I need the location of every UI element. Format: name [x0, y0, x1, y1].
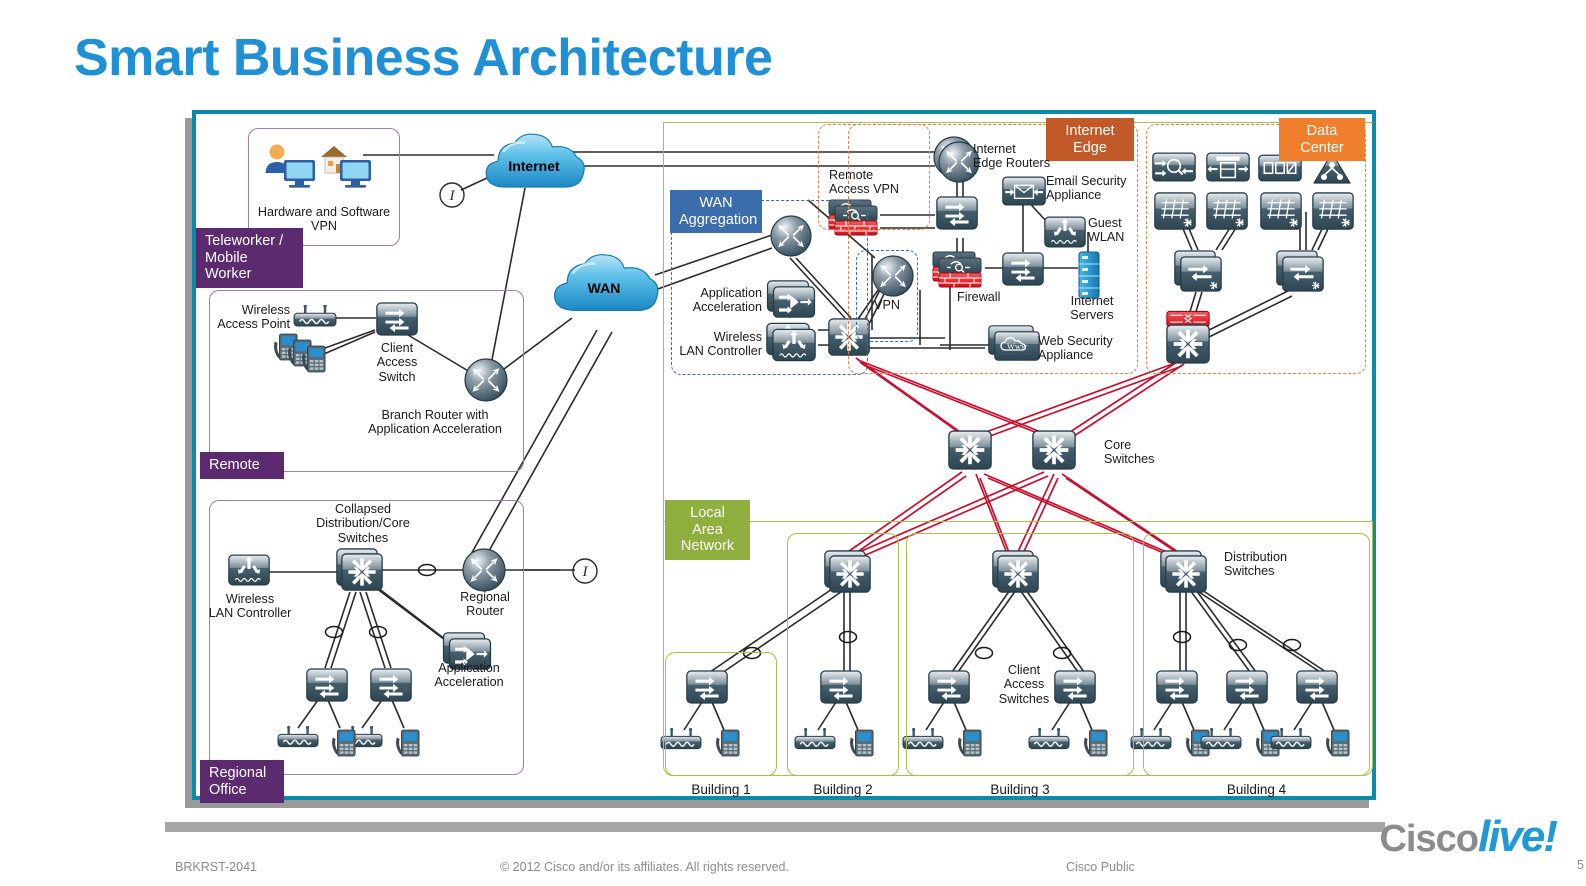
footer-page-number: 5 — [1577, 858, 1584, 872]
live-wordmark: live! — [1477, 812, 1558, 861]
label-collapsed-distribution-core: Collapsed Distribution/Core Switches — [316, 502, 410, 545]
footer-session-id: BRKRST-2041 — [175, 860, 257, 874]
zone-label-regional: Regional Office — [200, 760, 284, 803]
label-guest-wlan: Guest WLAN — [1088, 216, 1125, 245]
footer-copyright: © 2012 Cisco and/or its affiliates. All … — [500, 860, 789, 874]
label-wlc-regional: Wireless LAN Controller — [208, 592, 292, 621]
zone-label-wan-aggregation: WAN Aggregation — [670, 190, 762, 233]
label-client-access-switch-remote: Client Access Switch — [376, 341, 418, 384]
label-hardware-software-vpn: Hardware and Software VPN — [257, 205, 391, 234]
zone-label-lan: Local Area Network — [665, 500, 750, 560]
label-firewall: Firewall — [957, 290, 1001, 304]
label-building-4: Building 4 — [1226, 782, 1287, 797]
label-building-1: Building 1 — [691, 782, 751, 797]
label-client-access-switches: Client Access Switches — [998, 663, 1050, 706]
label-branch-router: Branch Router with Application Accelerat… — [368, 408, 502, 437]
label-building-2: Building 2 — [813, 782, 873, 797]
label-wlc-wan: Wireless LAN Controller — [679, 330, 762, 359]
label-remote-access-vpn: Remote Access VPN — [829, 168, 899, 197]
label-email-security-appliance: Email Security Appliance — [1046, 174, 1127, 203]
label-web-security-appliance: Web Security Appliance — [1038, 334, 1113, 363]
zone-label-data-center: Data Center — [1279, 118, 1365, 161]
zone-label-remote: Remote — [200, 452, 284, 479]
svg-text:I: I — [582, 564, 589, 580]
label-building-3: Building 3 — [990, 782, 1050, 797]
zone-building-1 — [665, 652, 777, 776]
zone-lan-boundary — [663, 122, 1373, 522]
footer-classification: Cisco Public — [1066, 860, 1135, 874]
slide-canvas: Smart Business Architecture I I Telework… — [0, 0, 1586, 886]
zone-building-3 — [906, 533, 1134, 776]
zone-building-2 — [787, 533, 899, 776]
footer-divider — [165, 822, 1385, 832]
cisco-live-logo: Ciscolive! — [1379, 812, 1558, 862]
label-regional-router: Regional Router — [460, 590, 510, 619]
zone-label-teleworker: Teleworker / Mobile Worker — [196, 228, 303, 288]
label-core-switches: Core Switches — [1104, 438, 1155, 467]
cisco-wordmark: Cisco — [1379, 818, 1478, 860]
label-internet-servers: Internet Servers — [1070, 294, 1114, 323]
cloud-label-internet: Internet — [508, 158, 560, 174]
label-app-acceleration-regional: Application Acceleration — [434, 661, 504, 690]
label-distribution-switches: Distribution Switches — [1224, 550, 1287, 579]
label-wireless-access-point: Wireless Access Point — [217, 303, 290, 332]
svg-text:I: I — [449, 188, 456, 204]
label-app-acceleration-wan: Application Acceleration — [692, 286, 762, 315]
cloud-label-wan: WAN — [587, 280, 621, 296]
label-vpn: VPN — [874, 298, 900, 312]
label-internet-edge-routers: Internet Edge Routers — [973, 142, 1051, 171]
